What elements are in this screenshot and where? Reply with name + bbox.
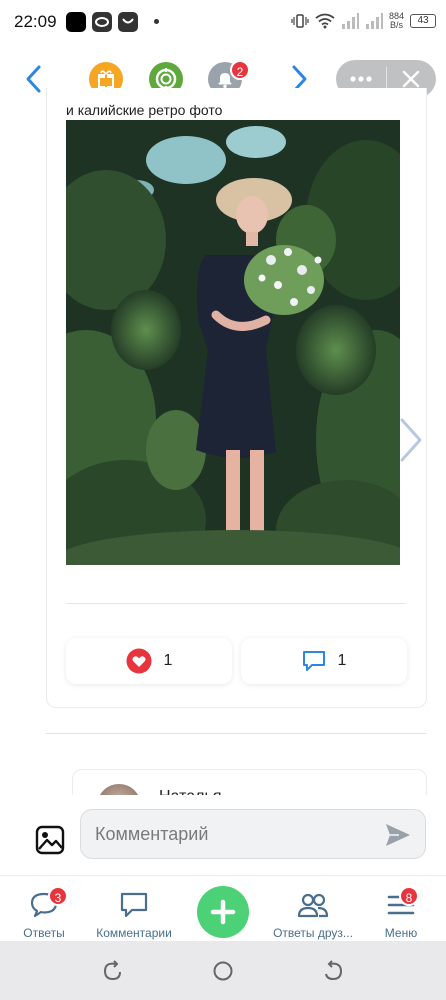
next-photo-arrow-icon[interactable] [396, 414, 426, 466]
app-notification-icon [66, 12, 86, 32]
more-notifications-dot [154, 19, 159, 24]
tab-answers-label: Ответы [23, 926, 65, 940]
status-bar: 22:09 884 B/s 43 [0, 0, 446, 46]
status-time: 22:09 [14, 12, 57, 31]
tab-friends-answers[interactable]: Ответы друз... [268, 876, 358, 942]
card-divider [66, 603, 406, 604]
shopping-app-icon [118, 12, 138, 32]
answers-badge: 3 [48, 886, 68, 906]
ring-app-icon [92, 12, 112, 32]
tab-friends-label: Ответы друз... [273, 926, 353, 940]
heart-icon [126, 648, 152, 674]
plus-icon [210, 899, 236, 925]
photo-image [66, 120, 400, 565]
send-icon[interactable] [384, 822, 412, 848]
section-divider [46, 733, 426, 734]
battery-icon: 43 [410, 14, 436, 28]
signal-icon [341, 13, 359, 29]
more-dots-icon [350, 76, 372, 82]
tab-menu-label: Меню [384, 926, 418, 940]
system-back-icon[interactable] [323, 960, 345, 982]
comments-button[interactable]: 1 [241, 638, 407, 684]
friends-icon [297, 893, 329, 918]
tab-menu[interactable]: Меню [376, 876, 426, 942]
vibrate-icon [291, 14, 309, 28]
system-navigation-bar [0, 941, 446, 1000]
post-photo[interactable] [66, 120, 400, 565]
home-icon[interactable] [212, 960, 234, 982]
notification-badge: 2 [230, 60, 250, 80]
tab-answers[interactable]: Ответы [14, 876, 74, 942]
add-question-button[interactable] [197, 886, 249, 938]
like-button[interactable]: 1 [66, 638, 232, 684]
status-indicators: 884 B/s 43 [291, 12, 436, 30]
comment-icon [120, 892, 148, 918]
comment-bar [0, 795, 446, 875]
network-speed: 884 B/s [388, 11, 404, 30]
wifi-icon [315, 13, 335, 29]
menu-badge: 8 [399, 886, 419, 906]
recents-icon[interactable] [101, 960, 123, 982]
close-icon [403, 70, 420, 88]
comment-bubble-icon [302, 651, 325, 671]
comment-count: 1 [337, 652, 347, 669]
post-caption: и калийские ретро фото [66, 102, 223, 118]
tab-comments[interactable]: Комментарии [90, 876, 178, 942]
comment-input[interactable] [80, 809, 426, 859]
like-count: 1 [163, 652, 173, 669]
attach-image-icon[interactable] [35, 825, 65, 855]
signal-icon-2 [365, 13, 383, 29]
tab-comments-label: Комментарии [96, 926, 172, 940]
